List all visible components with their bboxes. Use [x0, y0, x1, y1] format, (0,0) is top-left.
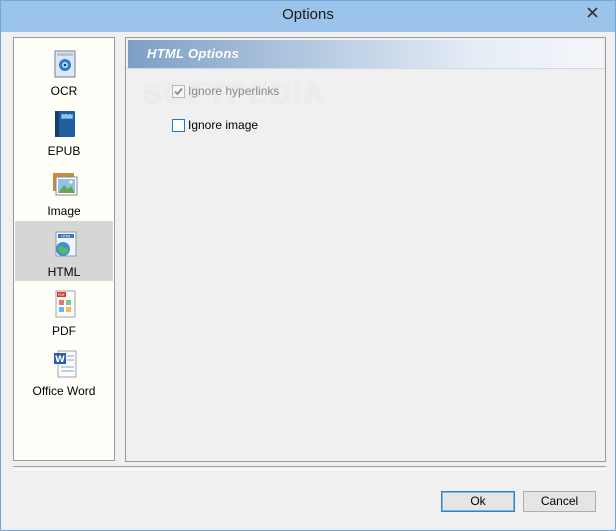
footer-separator [13, 466, 606, 470]
category-list: OCR EPub EPUB Image HTML HTML PDF PDF W … [13, 37, 115, 461]
svg-text:PDF: PDF [58, 293, 65, 297]
sidebar-item-html[interactable]: HTML HTML [15, 221, 113, 281]
sidebar-item-label: Image [47, 204, 81, 218]
option-ignore-image[interactable]: Ignore image [172, 118, 258, 132]
close-icon [586, 7, 598, 18]
panel-header: HTML Options [128, 40, 603, 68]
panel-title: HTML Options [147, 46, 240, 61]
window-title: Options [282, 6, 334, 23]
ignore-image-label: Ignore image [188, 118, 259, 132]
sidebar-item-label: EPUB [47, 144, 81, 158]
pdf-icon: PDF [55, 290, 76, 318]
svg-text:W: W [55, 355, 65, 365]
close-button[interactable] [577, 2, 607, 23]
options-dialog: Options OCR EPub EPUB Image HTML HTML PD… [0, 0, 616, 531]
sidebar-item-label: OCR [50, 84, 78, 98]
sidebar-item-label: HTML [47, 265, 81, 279]
ok-button[interactable]: Ok [441, 491, 515, 512]
header-divider [126, 68, 605, 69]
ignore-hyperlinks-checkbox[interactable] [172, 84, 185, 98]
sidebar-item-image[interactable]: Image [15, 160, 113, 220]
svg-text:HTML: HTML [61, 235, 71, 239]
cancel-button[interactable]: Cancel [523, 491, 596, 512]
sidebar-item-office-word[interactable]: W Office Word [15, 340, 113, 400]
check-icon [174, 87, 183, 95]
ignore-image-checkbox[interactable] [172, 118, 185, 132]
ocr-icon [54, 50, 76, 78]
title-bar[interactable]: Options [1, 1, 615, 32]
word-icon: W [54, 350, 77, 378]
svg-text:EPub: EPub [62, 114, 72, 119]
options-panel: HTML Options SOFTPEDIA Ignore hyperlinks… [125, 37, 606, 462]
ignore-hyperlinks-label: Ignore hyperlinks [188, 84, 280, 98]
option-ignore-hyperlinks[interactable]: Ignore hyperlinks [172, 84, 279, 98]
sidebar-item-pdf[interactable]: PDF PDF [15, 280, 113, 340]
image-icon [53, 173, 78, 196]
sidebar-item-label: Office Word [32, 384, 96, 398]
html-icon: HTML [55, 231, 77, 257]
epub-icon: EPub [55, 111, 75, 137]
sidebar-item-epub[interactable]: EPub EPUB [15, 100, 113, 160]
sidebar-item-ocr[interactable]: OCR [15, 40, 113, 100]
sidebar-item-label: PDF [52, 324, 76, 338]
